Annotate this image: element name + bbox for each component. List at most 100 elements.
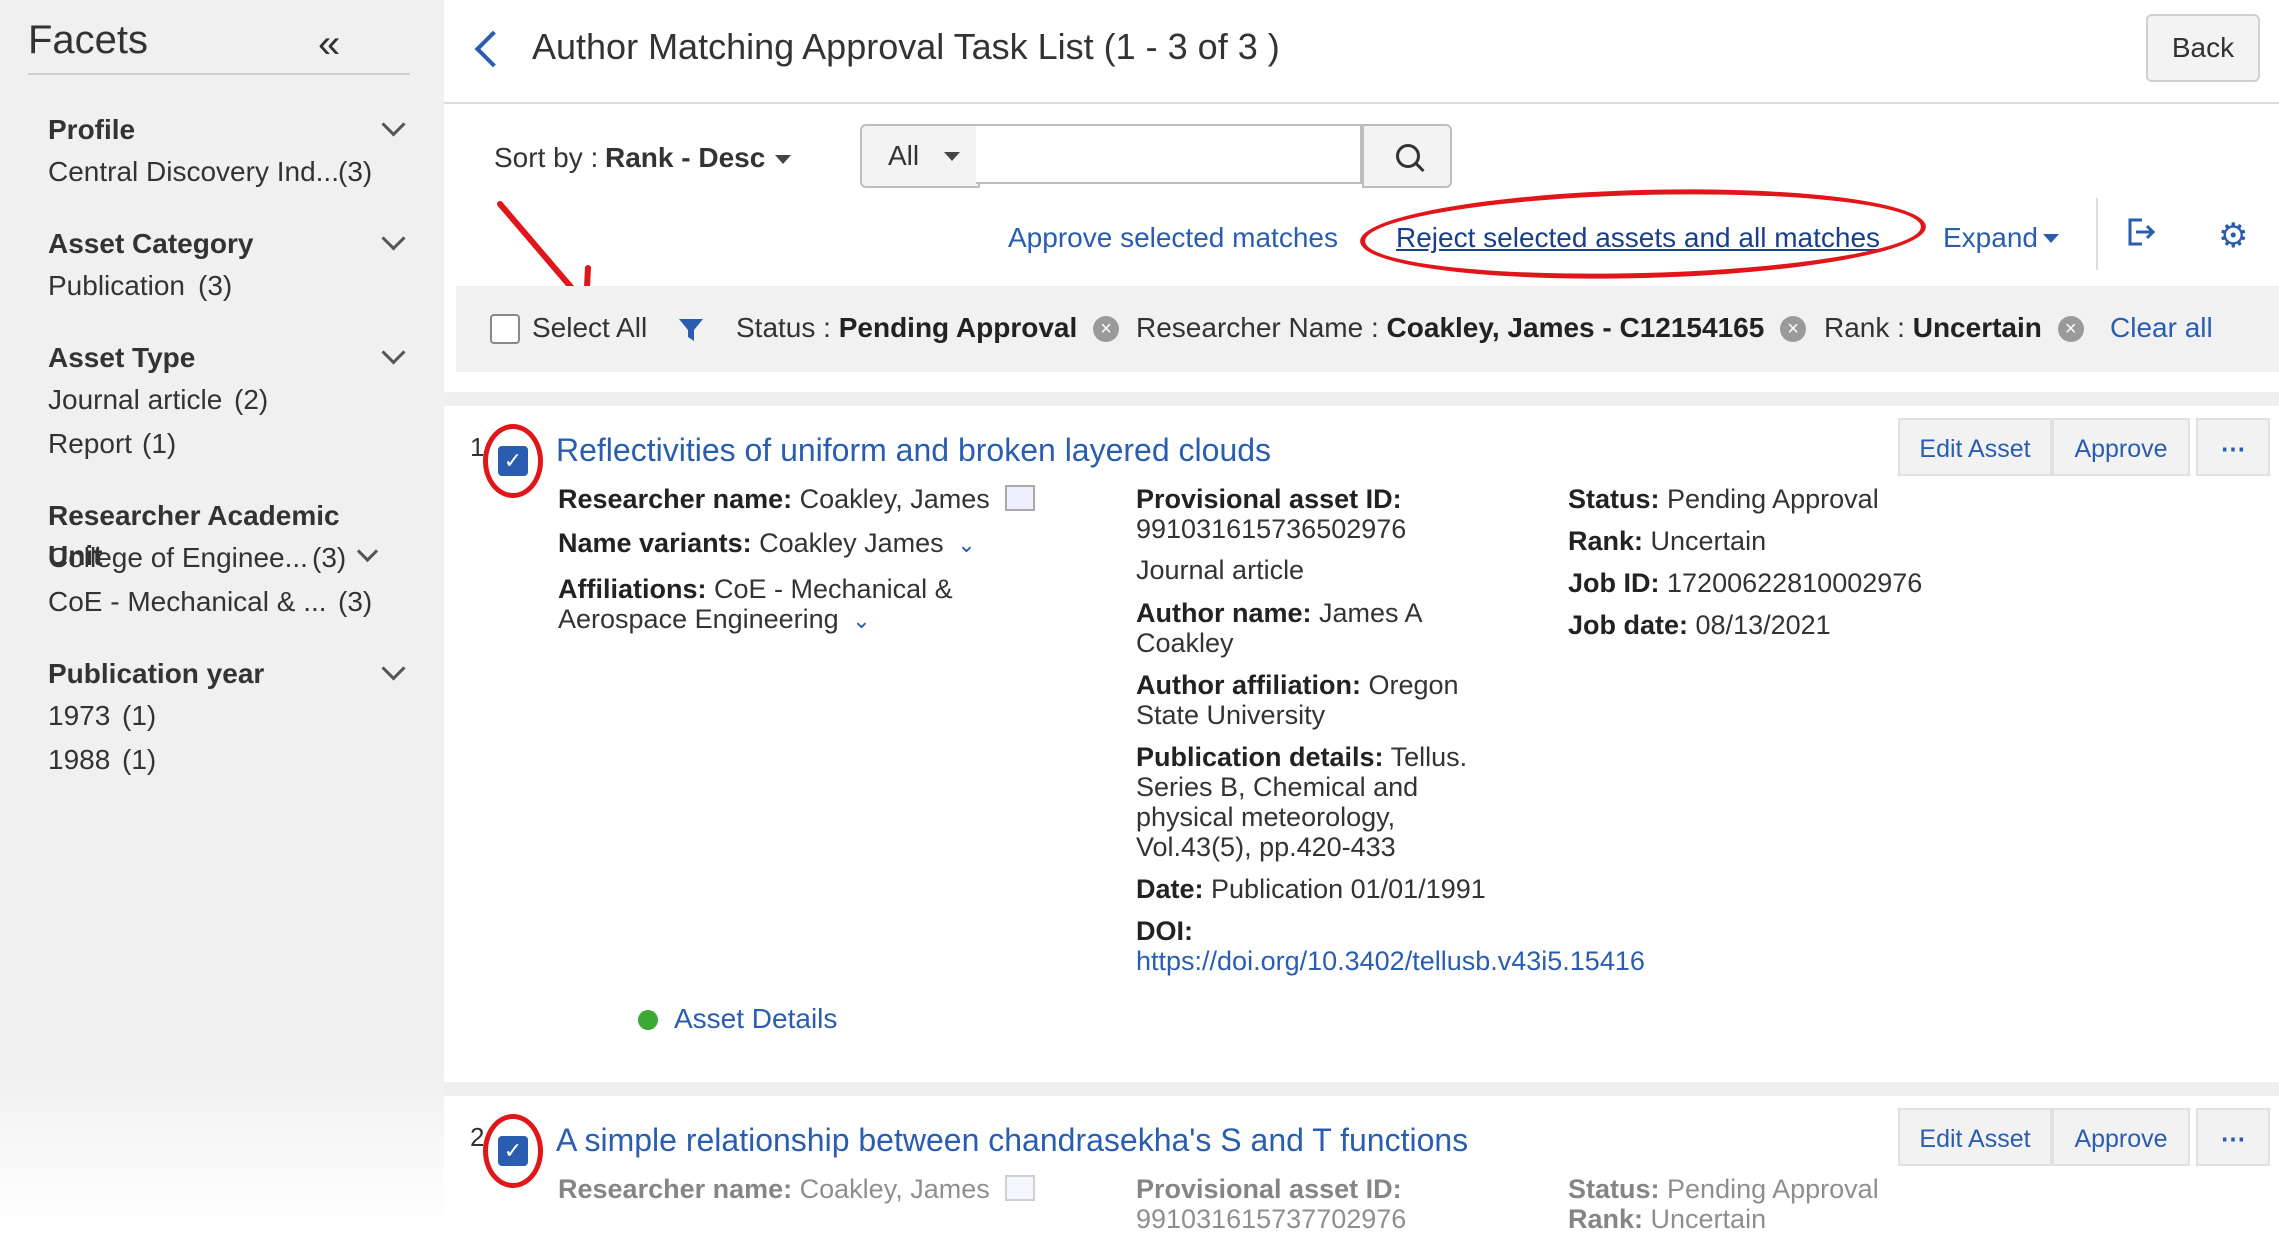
chevron-down-icon[interactable] (356, 540, 379, 563)
more-options-icon[interactable]: ⋯ (2196, 1108, 2270, 1166)
remove-chip-icon[interactable]: × (1780, 316, 1807, 342)
profile-card-icon[interactable] (1005, 1175, 1036, 1201)
field-value: Aerospace Engineering (558, 604, 839, 634)
facet-group-publication-year: Publication year 1973 (1) 1988 (1) (48, 654, 406, 782)
provisional-id-field: Provisional asset ID: 991031615736502976 (1136, 484, 1406, 544)
facet-item-label: CoE - Mechanical & ... (48, 586, 327, 617)
edit-asset-button[interactable]: Edit Asset (1898, 418, 2052, 476)
search-button[interactable] (1362, 124, 1452, 188)
facet-item[interactable]: Publication (3) (48, 264, 388, 308)
sidebar-divider (28, 73, 410, 75)
facet-header[interactable]: Researcher Academic Unit (48, 496, 388, 571)
facet-item[interactable]: College of Enginee... (3) (48, 536, 388, 580)
field-value: 08/13/2021 (1695, 610, 1831, 640)
asset-details-link[interactable]: Asset Details (674, 1003, 837, 1035)
back-arrow-icon[interactable] (474, 30, 512, 68)
sort-dropdown[interactable]: Rank - Desc (605, 142, 765, 174)
facet-item-count: (1) (122, 700, 157, 731)
facet-item[interactable]: CoE - Mechanical & ... (3) (48, 580, 388, 624)
facet-header-label: Asset Category (48, 228, 254, 259)
facet-group-asset-category: Asset Category Publication (3) (48, 224, 406, 308)
field-value: 17200622810002976 (1667, 568, 1923, 598)
chevron-down-icon[interactable] (381, 226, 406, 251)
facet-item[interactable]: Journal article (2) (48, 378, 388, 422)
facets-sidebar: Facets « Profile Central Discovery Ind..… (0, 0, 444, 1228)
facet-item-count: (1) (122, 744, 157, 775)
author-affiliation-field: Author affiliation: Oregon State Univers… (1136, 670, 1459, 730)
select-all-checkbox[interactable] (490, 314, 520, 344)
field-label: Affiliations: (558, 574, 707, 604)
select-all-label[interactable]: Select All (532, 312, 647, 344)
field-value: physical meteorology, (1136, 802, 1396, 832)
page-title: Author Matching Approval Task List (1 - … (532, 26, 1280, 67)
field-label: Researcher name: (558, 1174, 793, 1204)
facet-item-label: 1988 (48, 744, 111, 775)
field-value: Publication 01/01/1991 (1211, 874, 1486, 904)
approve-selected-link[interactable]: Approve selected matches (1008, 222, 1338, 254)
facet-item[interactable]: 1988 (1) (48, 738, 388, 782)
facet-item-count: (3) (338, 586, 373, 617)
doi-field: DOI: https://doi.org/10.3402/tellusb.v43… (1136, 916, 1645, 976)
remove-chip-icon[interactable]: × (1093, 316, 1120, 342)
clear-all-link[interactable]: Clear all (2110, 312, 2213, 344)
name-variants-field: Name variants: Coakley James ⌄ (558, 528, 976, 560)
chevron-down-icon[interactable] (381, 656, 406, 681)
publication-details-field: Publication details: Tellus. Series B, C… (1136, 742, 1467, 862)
result-title-link[interactable]: A simple relationship between chandrasek… (556, 1122, 1468, 1159)
field-label: Job date: (1568, 610, 1689, 640)
remove-chip-icon[interactable]: × (2057, 316, 2084, 342)
facet-group-asset-type: Asset Type Journal article (2) Report (1… (48, 338, 406, 466)
facet-header[interactable]: Profile (48, 110, 406, 150)
facet-header[interactable]: Asset Category (48, 224, 406, 264)
field-value: 991031615736502976 (1136, 514, 1407, 544)
caret-down-icon[interactable] (775, 155, 791, 164)
date-field: Date: Publication 01/01/1991 (1136, 874, 1486, 904)
profile-card-icon[interactable] (1005, 485, 1036, 511)
facet-item[interactable]: Central Discovery Ind... (3) (48, 150, 388, 194)
chevron-down-icon[interactable] (381, 112, 406, 137)
facet-item-label: Journal article (48, 384, 223, 415)
field-label: Publication details: (1136, 742, 1384, 772)
facet-item-label: Publication (48, 270, 185, 301)
approve-button[interactable]: Approve (2052, 418, 2190, 476)
expand-dropdown[interactable]: Expand (1943, 222, 2038, 254)
doi-link[interactable]: https://doi.org/10.3402/tellusb.v43i5.15… (1136, 946, 1645, 976)
annotation-circle (1358, 182, 1928, 286)
chevron-down-icon[interactable] (381, 340, 406, 365)
field-label: Name variants: (558, 528, 752, 558)
more-options-icon[interactable]: ⋯ (2196, 418, 2270, 476)
collapse-sidebar-icon[interactable]: « (318, 22, 340, 67)
expand-chevron-icon[interactable]: ⌄ (957, 532, 975, 557)
job-date-field: Job date: 08/13/2021 (1568, 610, 1831, 640)
facet-header[interactable]: Asset Type (48, 338, 406, 378)
funnel-icon[interactable] (677, 316, 705, 344)
search-scope-dropdown[interactable]: All (860, 124, 980, 188)
result-title-link[interactable]: Reflectivities of uniform and broken lay… (556, 432, 1271, 469)
chip-key: Rank : (1824, 312, 1905, 343)
expand-chevron-icon[interactable]: ⌄ (852, 608, 870, 633)
facet-item-count: (3) (198, 270, 233, 301)
field-label: Status: (1568, 484, 1660, 514)
caret-down-icon[interactable] (2043, 234, 2059, 243)
field-value: Coakley (1136, 628, 1234, 658)
chip-key: Status : (736, 312, 831, 343)
row-separator (444, 1082, 2279, 1096)
search-input[interactable] (976, 124, 1362, 184)
facet-item-label: College of Enginee... (48, 542, 308, 573)
author-name-field: Author name: James A Coakley (1136, 598, 1423, 658)
field-label: Status: (1568, 1174, 1660, 1204)
back-button[interactable]: Back (2146, 14, 2260, 82)
field-value: Vol.43(5), pp.420-433 (1136, 832, 1396, 862)
edit-asset-button[interactable]: Edit Asset (1898, 1108, 2052, 1166)
facet-item-label: 1973 (48, 700, 111, 731)
facet-item-count: (3) (312, 542, 347, 573)
filter-chip-status: Status : Pending Approval × (736, 312, 1120, 344)
export-icon[interactable] (2124, 216, 2156, 248)
field-value: Uncertain (1650, 526, 1767, 556)
field-value: Coakley James (759, 528, 944, 558)
facet-item[interactable]: Report (1) (48, 422, 388, 466)
approve-button[interactable]: Approve (2052, 1108, 2190, 1166)
facet-item[interactable]: 1973 (1) (48, 694, 388, 738)
gear-icon[interactable]: ⚙ (2218, 216, 2248, 256)
facet-header[interactable]: Publication year (48, 654, 406, 694)
